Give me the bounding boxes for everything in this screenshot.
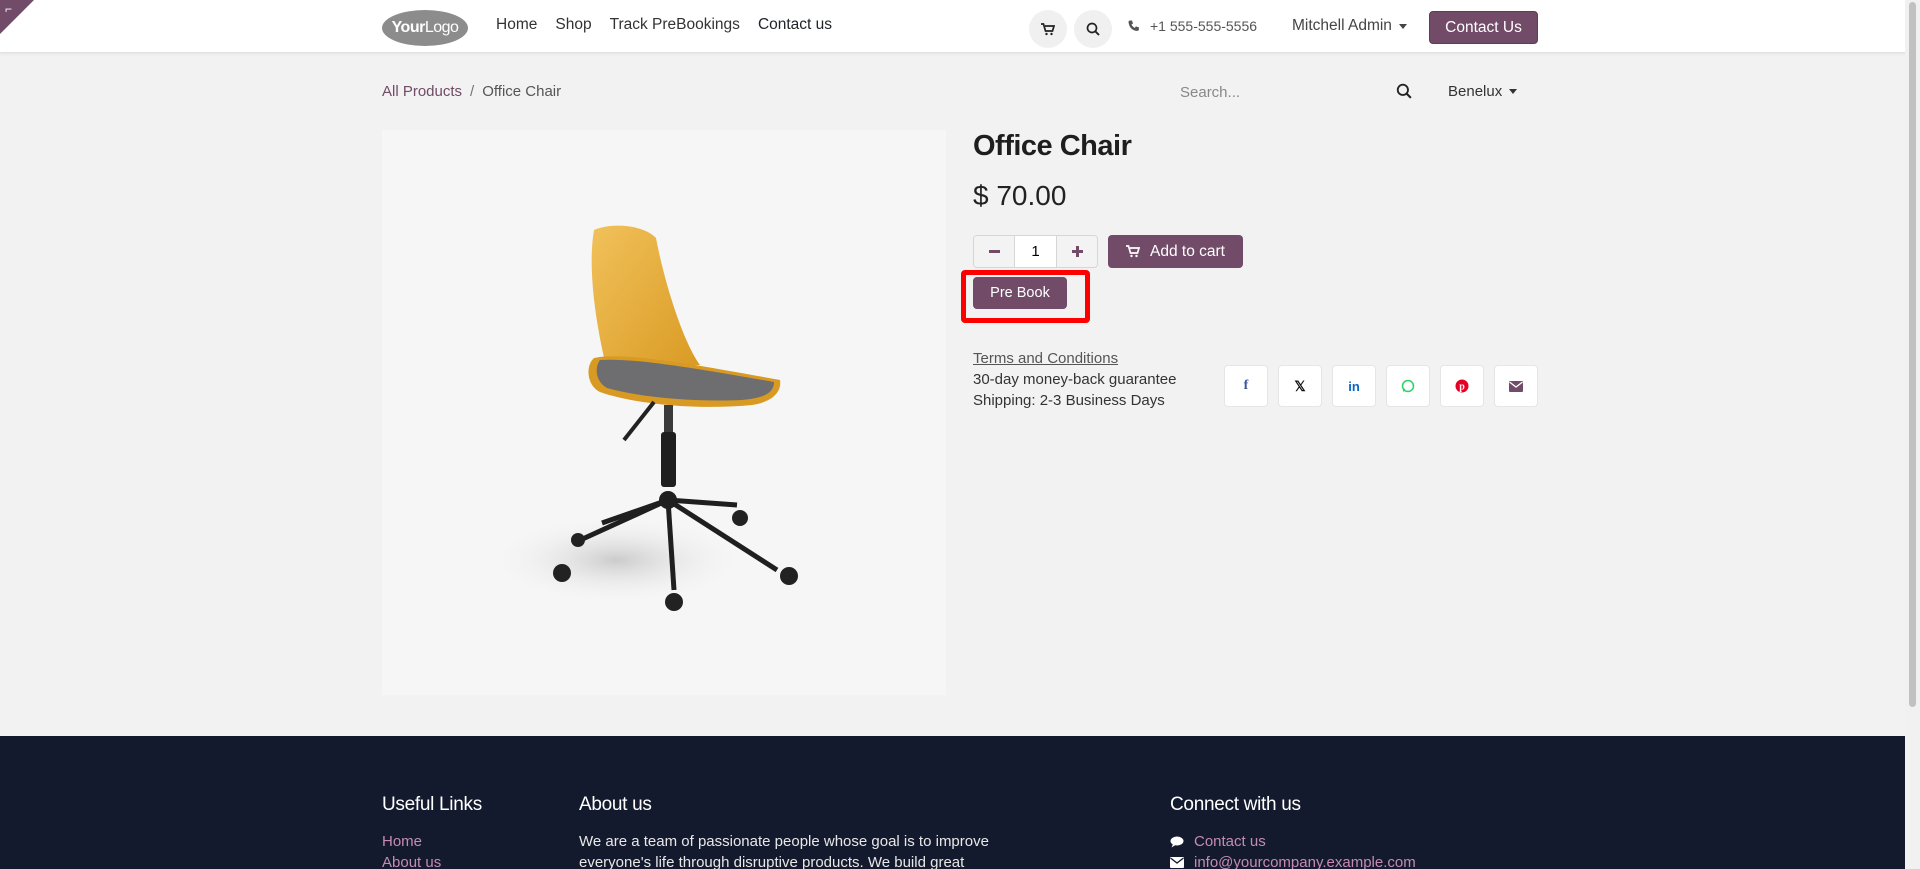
- contact-us-button[interactable]: Contact Us: [1429, 11, 1538, 44]
- share-buttons: f 𝕏 in p: [1224, 365, 1538, 407]
- add-to-cart-label: Add to cart: [1150, 242, 1225, 260]
- footer-connect-title: Connect with us: [1170, 794, 1301, 815]
- share-linkedin-button[interactable]: in: [1332, 365, 1376, 407]
- decrease-quantity-button[interactable]: [974, 236, 1014, 267]
- logo-text-bold: Your: [391, 19, 426, 36]
- footer: Useful Links About us Connect with us Ho…: [0, 736, 1920, 869]
- nav-contact-us[interactable]: Contact us: [758, 16, 832, 34]
- corner-arrow-icon: ⌐: [5, 2, 13, 16]
- breadcrumb: All Products / Office Chair: [382, 83, 561, 100]
- share-email-button[interactable]: [1494, 365, 1538, 407]
- footer-contact-link: Contact us: [1194, 833, 1266, 850]
- quantity-input[interactable]: [1014, 236, 1057, 267]
- product-price: $ 70.00: [973, 180, 1067, 211]
- product-search: [1180, 78, 1412, 106]
- cart-icon: [1041, 22, 1055, 35]
- quantity-stepper: [973, 235, 1098, 268]
- footer-useful-links-title: Useful Links: [382, 794, 482, 815]
- pinterest-icon: p: [1455, 379, 1469, 393]
- user-name: Mitchell Admin: [1292, 17, 1392, 34]
- increase-quantity-button[interactable]: [1057, 236, 1097, 267]
- facebook-icon: f: [1243, 378, 1249, 393]
- footer-link-about[interactable]: About us: [382, 852, 441, 869]
- main-nav: Home Shop Track PreBookings Contact us: [496, 16, 832, 34]
- share-facebook-button[interactable]: f: [1224, 365, 1268, 407]
- nav-track-prebookings[interactable]: Track PreBookings: [610, 16, 740, 34]
- shipping-text: Shipping: 2-3 Business Days: [973, 392, 1165, 409]
- breadcrumb-current: Office Chair: [482, 83, 562, 100]
- office-chair-illustration: [487, 225, 798, 611]
- product-info: Terms and Conditions 30-day money-back g…: [973, 348, 1176, 411]
- scrollbar-thumb[interactable]: [1909, 2, 1916, 707]
- search-input[interactable]: [1180, 83, 1370, 101]
- nav-home[interactable]: Home: [496, 16, 537, 34]
- cart-icon: [1126, 245, 1141, 258]
- pre-book-button[interactable]: Pre Book: [973, 277, 1067, 309]
- linkedin-icon: in: [1348, 378, 1360, 394]
- x-icon: 𝕏: [1294, 377, 1306, 394]
- footer-about-text: We are a team of passionate people whose…: [579, 833, 989, 869]
- search-submit-icon[interactable]: [1396, 83, 1412, 99]
- plus-icon: [1071, 246, 1083, 257]
- guarantee-text: 30-day money-back guarantee: [973, 371, 1177, 388]
- minus-icon: [988, 250, 1000, 253]
- search-icon: [1086, 22, 1100, 36]
- footer-link-home[interactable]: Home: [382, 831, 441, 852]
- envelope-icon: [1170, 857, 1184, 868]
- email-icon: [1509, 380, 1523, 392]
- footer-contact-row[interactable]: Contact us: [1170, 831, 1416, 852]
- user-menu[interactable]: Mitchell Admin: [1292, 17, 1407, 35]
- pricelist-label: Benelux: [1448, 83, 1503, 100]
- product-image[interactable]: [382, 130, 946, 695]
- header-search-button[interactable]: [1074, 10, 1112, 48]
- cart-button[interactable]: [1029, 10, 1067, 48]
- phone-number: +1 555-555-5556: [1150, 18, 1258, 34]
- share-whatsapp-button[interactable]: [1386, 365, 1430, 407]
- phone-link[interactable]: +1 555-555-5556: [1128, 18, 1257, 34]
- footer-email-link: info@yourcompany.example.com: [1194, 854, 1416, 869]
- svg-text:p: p: [1459, 382, 1465, 393]
- company-logo[interactable]: Your Logo: [382, 10, 468, 46]
- add-to-cart-button[interactable]: Add to cart: [1108, 235, 1243, 268]
- caret-down-icon: [1509, 89, 1518, 94]
- breadcrumb-all-products[interactable]: All Products: [382, 83, 462, 100]
- whatsapp-icon: [1401, 379, 1415, 393]
- footer-about-title: About us: [579, 794, 652, 815]
- logo-text-light: Logo: [424, 19, 459, 36]
- product-title: Office Chair: [973, 130, 1132, 162]
- phone-icon: [1128, 20, 1139, 31]
- share-x-button[interactable]: 𝕏: [1278, 365, 1322, 407]
- footer-connect: Contact us info@yourcompany.example.com: [1170, 831, 1416, 869]
- terms-link[interactable]: Terms and Conditions: [973, 348, 1176, 369]
- pricelist-dropdown[interactable]: Benelux: [1448, 83, 1518, 100]
- nav-shop[interactable]: Shop: [555, 16, 591, 34]
- breadcrumb-separator: /: [470, 83, 475, 100]
- footer-useful-links: Home About us: [382, 831, 441, 869]
- caret-down-icon: [1398, 23, 1407, 29]
- share-pinterest-button[interactable]: p: [1440, 365, 1484, 407]
- top-header: Your Logo Home Shop Track PreBookings Con…: [0, 0, 1920, 53]
- comment-icon: [1170, 836, 1184, 847]
- footer-email-row[interactable]: info@yourcompany.example.com: [1170, 852, 1416, 869]
- page-scrollbar[interactable]: [1905, 0, 1920, 869]
